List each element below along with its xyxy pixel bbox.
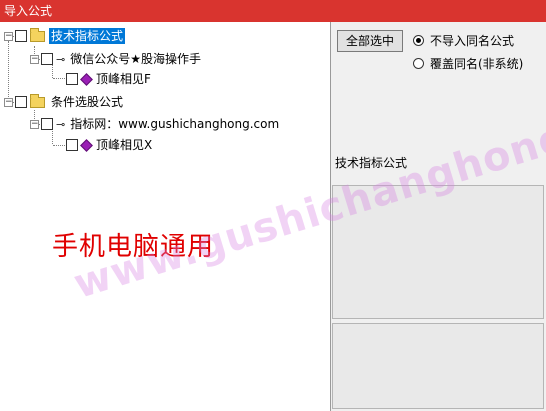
folder-icon [30, 93, 45, 108]
collapse-toggle[interactable]: − [30, 119, 39, 129]
tree-node-technical-indicators[interactable]: − 技术指标公式 [4, 27, 126, 45]
radio-label: 不导入同名公式 [430, 34, 515, 48]
node-checkbox[interactable] [15, 30, 27, 42]
radio-button[interactable] [413, 58, 424, 69]
folder-icon [30, 27, 45, 42]
key-icon: ⊸ [56, 117, 66, 131]
tree-node-website-group[interactable]: − ⊸ 指标网：www.gushichanghong.com [30, 115, 281, 133]
radio-overwrite-duplicates[interactable]: 覆盖同名(非系统) [413, 55, 523, 72]
radio-button[interactable] [413, 35, 424, 46]
import-options-panel: 全部选中 不导入同名公式 覆盖同名(非系统) 技术指标公式 [331, 22, 546, 411]
tree-connector [53, 78, 65, 79]
radio-skip-duplicates[interactable]: 不导入同名公式 [413, 32, 514, 49]
tree-node-label[interactable]: 顶峰相见F [94, 71, 153, 87]
node-checkbox[interactable] [66, 73, 78, 85]
tree-node-label[interactable]: 微信公众号★股海操作手 [68, 51, 203, 67]
formula-icon [81, 139, 91, 151]
formula-description-box[interactable] [332, 185, 544, 319]
node-checkbox[interactable] [66, 139, 78, 151]
tree-node-label[interactable]: 条件选股公式 [49, 94, 125, 110]
window-title: 导入公式 [0, 0, 546, 22]
collapse-toggle[interactable]: − [30, 54, 39, 64]
tree-connector [53, 145, 65, 146]
formula-detail-box[interactable] [332, 323, 544, 409]
formula-tree[interactable]: − 技术指标公式 − ⊸ 微信公众号★股海操作手 顶峰相见F − 条件选股公式 … [0, 22, 331, 411]
select-all-button[interactable]: 全部选中 [337, 30, 403, 52]
tree-node-label[interactable]: 指标网：www.gushichanghong.com [68, 116, 281, 132]
radio-label: 覆盖同名(非系统) [430, 57, 524, 71]
promo-text: 手机电脑通用 [52, 232, 215, 262]
key-icon: ⊸ [56, 52, 66, 66]
collapse-toggle[interactable]: − [4, 97, 13, 107]
node-checkbox[interactable] [41, 118, 53, 130]
formula-icon [81, 73, 91, 85]
node-checkbox[interactable] [41, 53, 53, 65]
formula-type-label: 技术指标公式 [335, 156, 408, 170]
tree-node-label[interactable]: 顶峰相见X [94, 137, 154, 153]
tree-node-formula-x[interactable]: 顶峰相见X [66, 136, 154, 154]
tree-node-stock-screening[interactable]: − 条件选股公式 [4, 93, 125, 111]
tree-node-formula-f[interactable]: 顶峰相见F [66, 70, 153, 88]
tree-node-label[interactable]: 技术指标公式 [49, 28, 126, 44]
tree-node-wechat-group[interactable]: − ⊸ 微信公众号★股海操作手 [30, 50, 203, 68]
node-checkbox[interactable] [15, 96, 27, 108]
collapse-toggle[interactable]: − [4, 31, 13, 41]
